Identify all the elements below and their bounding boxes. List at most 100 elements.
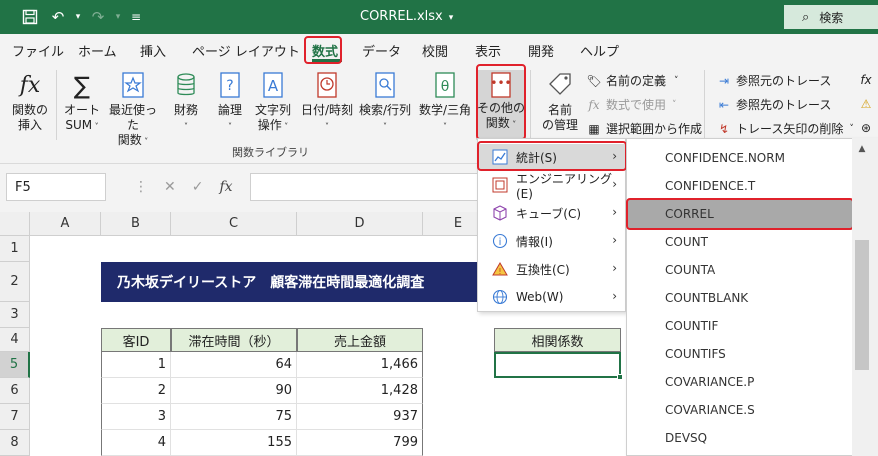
tab-data[interactable]: データ <box>362 41 401 60</box>
menu-item-cube[interactable]: キューブ(C) › <box>478 200 625 226</box>
function-item[interactable]: COUNT <box>627 228 855 256</box>
function-item[interactable]: CONFIDENCE.NORM <box>627 144 855 172</box>
function-item[interactable]: COVARIANCE.S <box>627 396 855 424</box>
scroll-up-icon[interactable]: ▲ <box>854 144 870 158</box>
function-item[interactable]: DEVSQ <box>627 424 855 452</box>
function-item[interactable]: COUNTA <box>627 256 855 284</box>
cell-d5[interactable]: 1,466 <box>297 352 423 378</box>
function-item[interactable]: COUNTIFS <box>627 340 855 368</box>
tab-home[interactable]: ホーム <box>78 41 117 60</box>
column-header-d[interactable]: D <box>297 212 423 236</box>
cell-b6[interactable]: 2 <box>101 378 171 404</box>
search-box[interactable]: ⌕ 検索 <box>784 5 878 29</box>
insert-function-button[interactable]: fx 関数の 挿入 <box>8 72 52 133</box>
trace-precedents-button[interactable]: ⇥ 参照元のトレース <box>716 72 831 89</box>
save-icon[interactable] <box>20 7 40 27</box>
tab-insert[interactable]: 挿入 <box>140 41 166 60</box>
menu-item-information[interactable]: i 情報(I) › <box>478 228 625 254</box>
error-checking-button[interactable]: ⚠ <box>858 96 878 112</box>
logical-button[interactable]: ? 論理 ˅ <box>212 72 248 134</box>
cell-d8[interactable]: 799 <box>297 430 423 456</box>
trace-dependents-button[interactable]: ⇤ 参照先のトレース <box>716 96 831 113</box>
tab-file[interactable]: ファイル <box>12 41 64 60</box>
remove-arrows-button[interactable]: ↯ トレース矢印の削除 ˅ <box>716 120 854 137</box>
theta-icon: θ <box>416 72 474 100</box>
column-header-a[interactable]: A <box>30 212 101 236</box>
cell-c7[interactable]: 75 <box>171 404 297 430</box>
datetime-button[interactable]: 日付/時刻 ˅ <box>298 72 356 134</box>
evaluate-formula-button[interactable]: ⊛ <box>858 120 878 136</box>
redo-dropdown-icon[interactable]: ▾ <box>108 7 128 27</box>
star-icon <box>104 72 162 100</box>
define-name-label: 名前の定義 <box>606 74 667 88</box>
math-button[interactable]: θ 数学/三角 ˅ <box>416 72 474 134</box>
column-header-b[interactable]: B <box>101 212 171 236</box>
customize-qat-icon[interactable]: ≡ <box>126 7 146 27</box>
cell-b7[interactable]: 3 <box>101 404 171 430</box>
header-sales[interactable]: 売上金額 <box>297 328 423 352</box>
row-header-3[interactable]: 3 <box>0 302 30 328</box>
financial-button[interactable]: 財務 ˅ <box>166 72 206 134</box>
tab-review[interactable]: 校閲 <box>422 41 448 60</box>
tab-view[interactable]: 表示 <box>475 41 501 60</box>
cell-c6[interactable]: 90 <box>171 378 297 404</box>
cell-d7[interactable]: 937 <box>297 404 423 430</box>
fill-handle[interactable] <box>617 374 623 380</box>
scrollbar-thumb[interactable] <box>855 240 869 370</box>
define-name-button[interactable]: 🏷 名前の定義 ˅ <box>586 72 678 89</box>
autosum-button[interactable]: ∑ オート SUM ˅ <box>60 72 104 134</box>
name-box[interactable]: F5 <box>6 173 106 201</box>
insert-function-icon[interactable]: fx <box>219 179 232 195</box>
question-book-icon: ? <box>212 72 248 100</box>
header-customer-id[interactable]: 客ID <box>101 328 171 352</box>
row-header-4[interactable]: 4 <box>0 328 30 352</box>
column-header-c[interactable]: C <box>171 212 297 236</box>
undo-icon[interactable]: ↶ <box>48 7 68 27</box>
sheet-banner-title[interactable]: 乃木坂デイリーストア 顧客滞在時間最適化調査 <box>101 262 477 302</box>
redo-icon[interactable]: ↷ <box>88 7 108 27</box>
undo-dropdown-icon[interactable]: ▾ <box>68 7 88 27</box>
tab-help[interactable]: ヘルプ <box>580 41 619 60</box>
cancel-icon[interactable]: ✕ <box>164 179 176 195</box>
lookup-button[interactable]: 検索/行列 ˅ <box>356 72 414 134</box>
svg-text:θ: θ <box>441 79 450 95</box>
cell-b5[interactable]: 1 <box>101 352 171 378</box>
menu-item-compatibility-label: 互換性(C) <box>516 262 570 277</box>
header-correlation[interactable]: 相関係数 <box>494 328 621 352</box>
enter-icon[interactable]: ✓ <box>192 179 204 195</box>
name-manager-button[interactable]: 名前 の管理 <box>538 72 582 133</box>
cell-c5[interactable]: 64 <box>171 352 297 378</box>
recent-dropdown-icon: ˅ <box>141 137 149 146</box>
math-dropdown-icon: ˅ <box>443 122 447 131</box>
header-stay-time[interactable]: 滞在時間（秒） <box>171 328 297 352</box>
row-header-1[interactable]: 1 <box>0 236 30 262</box>
recently-used-button[interactable]: 最近使った 関数 ˅ <box>104 72 162 149</box>
row-header-6[interactable]: 6 <box>0 378 30 404</box>
title-dropdown-icon[interactable]: ▾ <box>449 13 454 23</box>
function-item[interactable]: COVARIANCE.P <box>627 368 855 396</box>
menu-item-engineering[interactable]: エンジニアリング(E) › <box>478 172 625 201</box>
select-all-corner[interactable] <box>0 212 30 236</box>
show-formulas-button[interactable]: fx <box>858 72 878 88</box>
menu-item-web[interactable]: Web(W) › <box>478 284 625 310</box>
row-header-8[interactable]: 8 <box>0 430 30 456</box>
cell-b8[interactable]: 4 <box>101 430 171 456</box>
remove-arrows-icon: ↯ <box>718 121 730 136</box>
function-item[interactable]: COUNTIF <box>627 312 855 340</box>
tab-page-layout[interactable]: ページ レイアウト <box>192 41 300 60</box>
function-item[interactable]: CONFIDENCE.T <box>627 172 855 200</box>
menu-item-compatibility[interactable]: ! 互換性(C) › <box>478 256 625 282</box>
text-button[interactable]: A 文字列 操作 ˅ <box>250 72 296 134</box>
use-in-formula-button[interactable]: fx 数式で使用 ˅ <box>586 96 676 113</box>
row-header-2[interactable]: 2 <box>0 262 30 302</box>
function-item[interactable]: COUNTBLANK <box>627 284 855 312</box>
row-header-5[interactable]: 5 <box>0 352 30 378</box>
selected-cell-f5[interactable] <box>494 352 621 378</box>
row-header-7[interactable]: 7 <box>0 404 30 430</box>
cell-c8[interactable]: 155 <box>171 430 297 456</box>
cell-d6[interactable]: 1,428 <box>297 378 423 404</box>
create-from-selection-button[interactable]: ▦ 選択範囲から作成 <box>586 120 702 137</box>
tab-developer[interactable]: 開発 <box>528 41 554 60</box>
lookup-dropdown-icon: ˅ <box>383 122 387 131</box>
formula-input[interactable] <box>250 173 490 201</box>
